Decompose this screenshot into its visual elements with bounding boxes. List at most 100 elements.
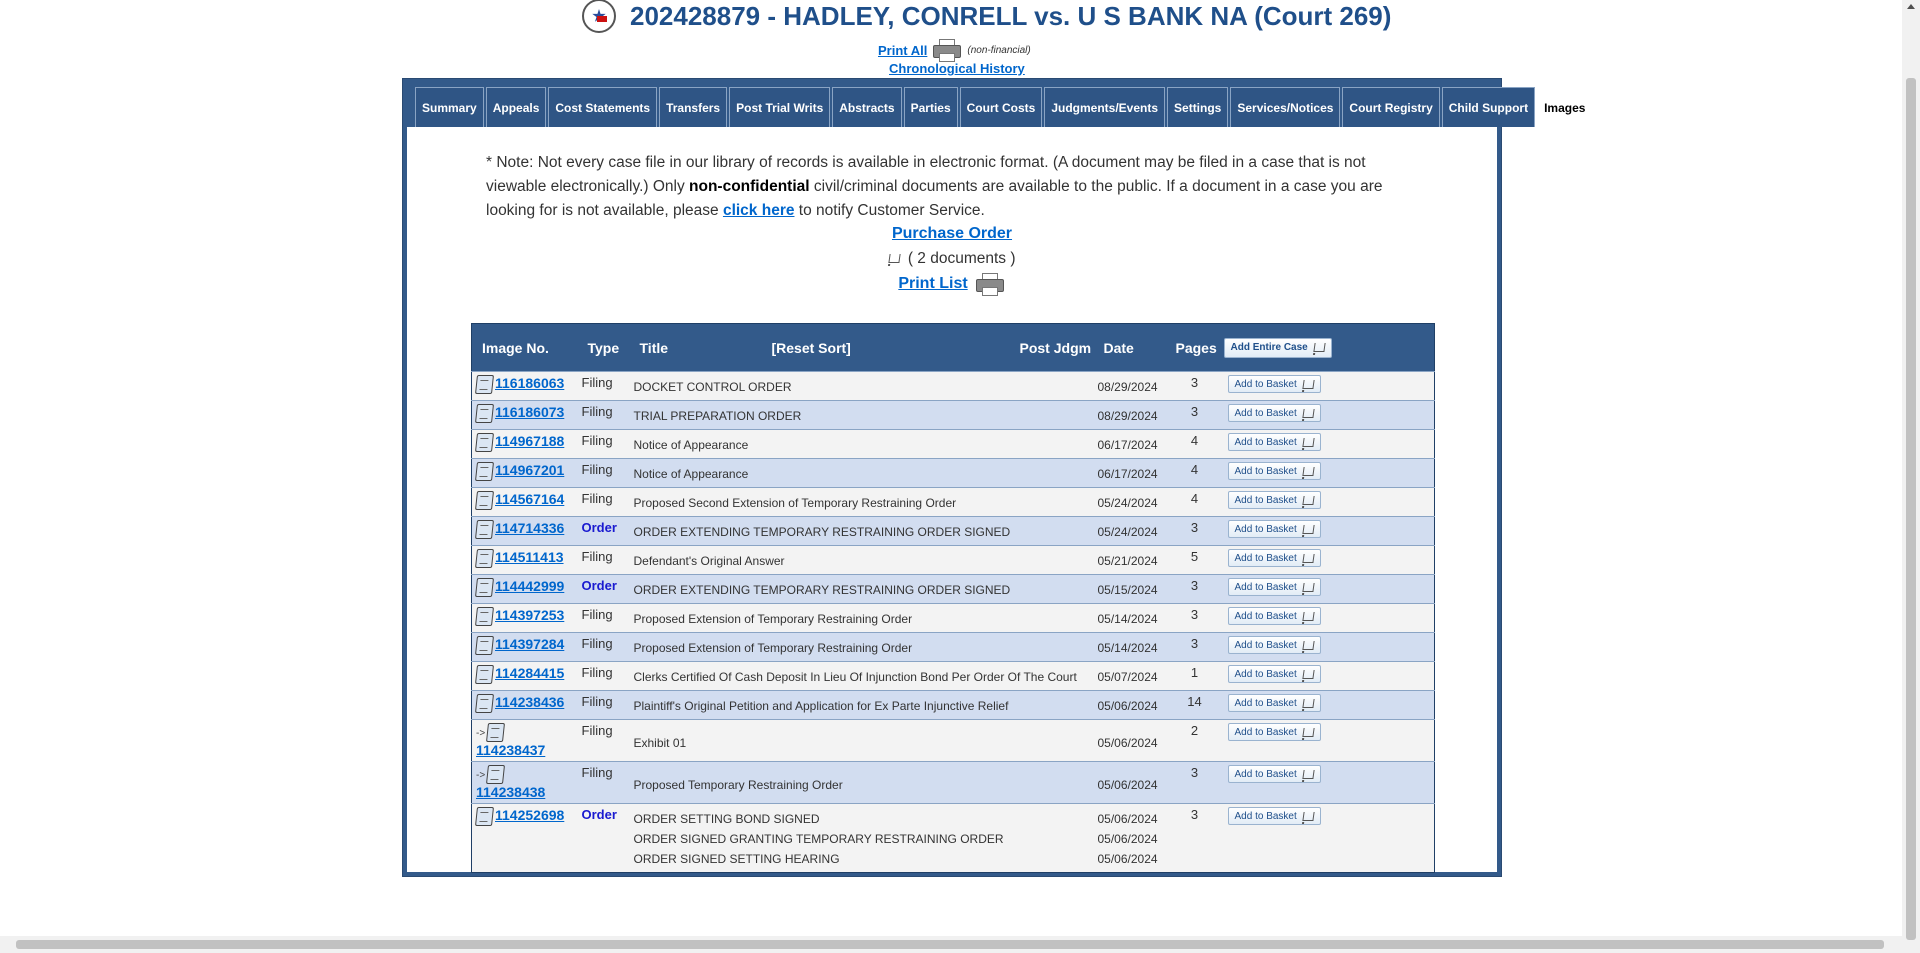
document-icon[interactable] [475, 520, 494, 540]
basket-cell: Add to Basket [1224, 604, 1435, 633]
title-cell: ORDER EXTENDING TEMPORARY RESTRAINING OR… [630, 575, 1094, 604]
add-to-basket-button[interactable]: Add to Basket [1227, 491, 1321, 509]
document-icon[interactable] [486, 765, 506, 784]
cart-icon [1302, 640, 1315, 650]
vertical-scrollbar[interactable] [1902, 0, 1920, 953]
document-icon[interactable] [475, 578, 494, 598]
image-link[interactable]: 116186063 [495, 375, 564, 391]
tab-court-registry[interactable]: Court Registry [1342, 87, 1440, 127]
printer-icon[interactable] [931, 37, 963, 63]
document-icon[interactable] [475, 462, 494, 482]
table-row: 114284415 Filing Clerks Certified Of Cash … [471, 661, 1435, 691]
image-link[interactable]: 114238438 [476, 784, 545, 800]
add-to-basket-button[interactable]: Add to Basket [1227, 578, 1321, 596]
print-all-link[interactable]: Print All [878, 43, 927, 58]
document-title: ORDER EXTENDING TEMPORARY RESTRAINING OR… [633, 525, 1011, 539]
document-icon[interactable] [475, 607, 494, 627]
col-date[interactable]: Date [1093, 323, 1166, 372]
add-to-basket-button[interactable]: Add to Basket [1227, 375, 1321, 393]
tab-appeals[interactable]: Appeals [485, 87, 547, 127]
add-to-basket-button[interactable]: Add to Basket [1227, 520, 1321, 538]
basket-cell: Add to Basket [1224, 720, 1435, 762]
scrollbar-thumb[interactable] [1906, 78, 1916, 940]
reset-sort-link[interactable]: [Reset Sort] [761, 323, 1010, 372]
tab-images[interactable]: Images [1537, 87, 1593, 127]
document-icon[interactable] [475, 375, 494, 395]
title-cell: Clerks Certified Of Cash Deposit In Lieu… [630, 662, 1094, 691]
add-to-basket-button[interactable]: Add to Basket [1227, 765, 1321, 783]
document-icon[interactable] [486, 723, 506, 742]
cart-icon [1302, 698, 1315, 708]
add-to-basket-button[interactable]: Add to Basket [1227, 807, 1321, 825]
document-icon[interactable] [475, 807, 494, 827]
image-link[interactable]: 114967201 [495, 462, 564, 478]
scroll-up-arrow-icon[interactable] [1907, 4, 1915, 9]
image-link[interactable]: 114252698 [495, 807, 564, 823]
print-list-link[interactable]: Print List [898, 275, 967, 293]
col-image-no[interactable]: Image No. [471, 323, 578, 372]
col-pages[interactable]: Pages [1165, 323, 1224, 372]
add-to-basket-button[interactable]: Add to Basket [1227, 404, 1321, 422]
document-type: Filing [581, 375, 613, 390]
chronological-history-link[interactable]: Chronological History [889, 61, 1025, 76]
image-link[interactable]: 114284415 [495, 665, 564, 681]
document-icon[interactable] [475, 549, 494, 569]
document-icon[interactable] [475, 694, 494, 714]
image-link[interactable]: 114567164 [495, 491, 564, 507]
document-icon[interactable] [475, 491, 494, 511]
tab-abstracts[interactable]: Abstracts [832, 87, 902, 127]
purchase-order-link[interactable]: Purchase Order [892, 225, 1012, 242]
document-title: Proposed Extension of Temporary Restrain… [633, 641, 913, 655]
add-to-basket-button[interactable]: Add to Basket [1227, 462, 1321, 480]
add-to-basket-button[interactable]: Add to Basket [1227, 694, 1321, 712]
cart-icon[interactable] [887, 254, 901, 264]
tab-court-costs[interactable]: Court Costs [959, 87, 1043, 127]
tab-judgments-events[interactable]: Judgments/Events [1044, 87, 1166, 127]
add-to-basket-button[interactable]: Add to Basket [1227, 723, 1321, 741]
document-type: Filing [581, 491, 613, 506]
add-to-basket-button[interactable]: Add to Basket [1227, 665, 1321, 683]
image-link[interactable]: 114511413 [495, 549, 564, 565]
col-type[interactable]: Type [577, 323, 630, 372]
image-link[interactable]: 114238437 [476, 742, 545, 758]
tab-settings[interactable]: Settings [1167, 87, 1229, 127]
tab-parties[interactable]: Parties [903, 87, 958, 127]
image-link[interactable]: 114238436 [495, 694, 564, 710]
add-entire-case-button[interactable]: Add Entire Case [1223, 337, 1332, 358]
document-title: DOCKET CONTROL ORDER [633, 380, 792, 394]
document-icon[interactable] [475, 636, 494, 656]
image-link[interactable]: 114714336 [495, 520, 564, 536]
add-to-basket-button[interactable]: Add to Basket [1227, 607, 1321, 625]
document-type: Filing [581, 665, 613, 680]
table-row: 114397253 Filing Proposed Extension of Tem… [471, 603, 1435, 633]
add-to-basket-button[interactable]: Add to Basket [1227, 549, 1321, 567]
tab-summary[interactable]: Summary [415, 87, 484, 127]
tab-post-trial-writs[interactable]: Post Trial Writs [729, 87, 831, 127]
sub-document-arrow-icon: -> [476, 769, 486, 781]
scrollbar-thumb[interactable] [16, 940, 1884, 949]
tab-services-notices[interactable]: Services/Notices [1230, 87, 1341, 127]
add-to-basket-button[interactable]: Add to Basket [1227, 636, 1321, 654]
image-link[interactable]: 114442999 [495, 578, 564, 594]
table-row: -> 114238438 Filing Proposed Temporary Rest… [471, 761, 1435, 804]
click-here-link[interactable]: click here [723, 202, 795, 219]
document-icon[interactable] [475, 433, 494, 453]
date-cell: 08/29/2024 [1094, 401, 1166, 430]
col-title[interactable]: Title [629, 323, 762, 372]
title-cell: DOCKET CONTROL ORDER [630, 372, 1094, 401]
image-no-cell: 114284415 [472, 662, 578, 691]
tab-transfers[interactable]: Transfers [659, 87, 728, 127]
add-to-basket-button[interactable]: Add to Basket [1227, 433, 1321, 451]
image-link[interactable]: 114967188 [495, 433, 564, 449]
image-link[interactable]: 114397284 [495, 636, 564, 652]
document-icon[interactable] [475, 404, 494, 424]
col-post-jdgm[interactable]: Post Jdgm [1009, 323, 1094, 372]
document-type: Filing [581, 404, 613, 419]
document-icon[interactable] [475, 665, 494, 685]
printer-icon[interactable] [974, 271, 1006, 297]
horizontal-scrollbar[interactable] [0, 936, 1902, 953]
image-link[interactable]: 114397253 [495, 607, 564, 623]
image-link[interactable]: 116186073 [495, 404, 564, 420]
tab-cost-statements[interactable]: Cost Statements [548, 87, 658, 127]
tab-child-support[interactable]: Child Support [1441, 87, 1536, 127]
